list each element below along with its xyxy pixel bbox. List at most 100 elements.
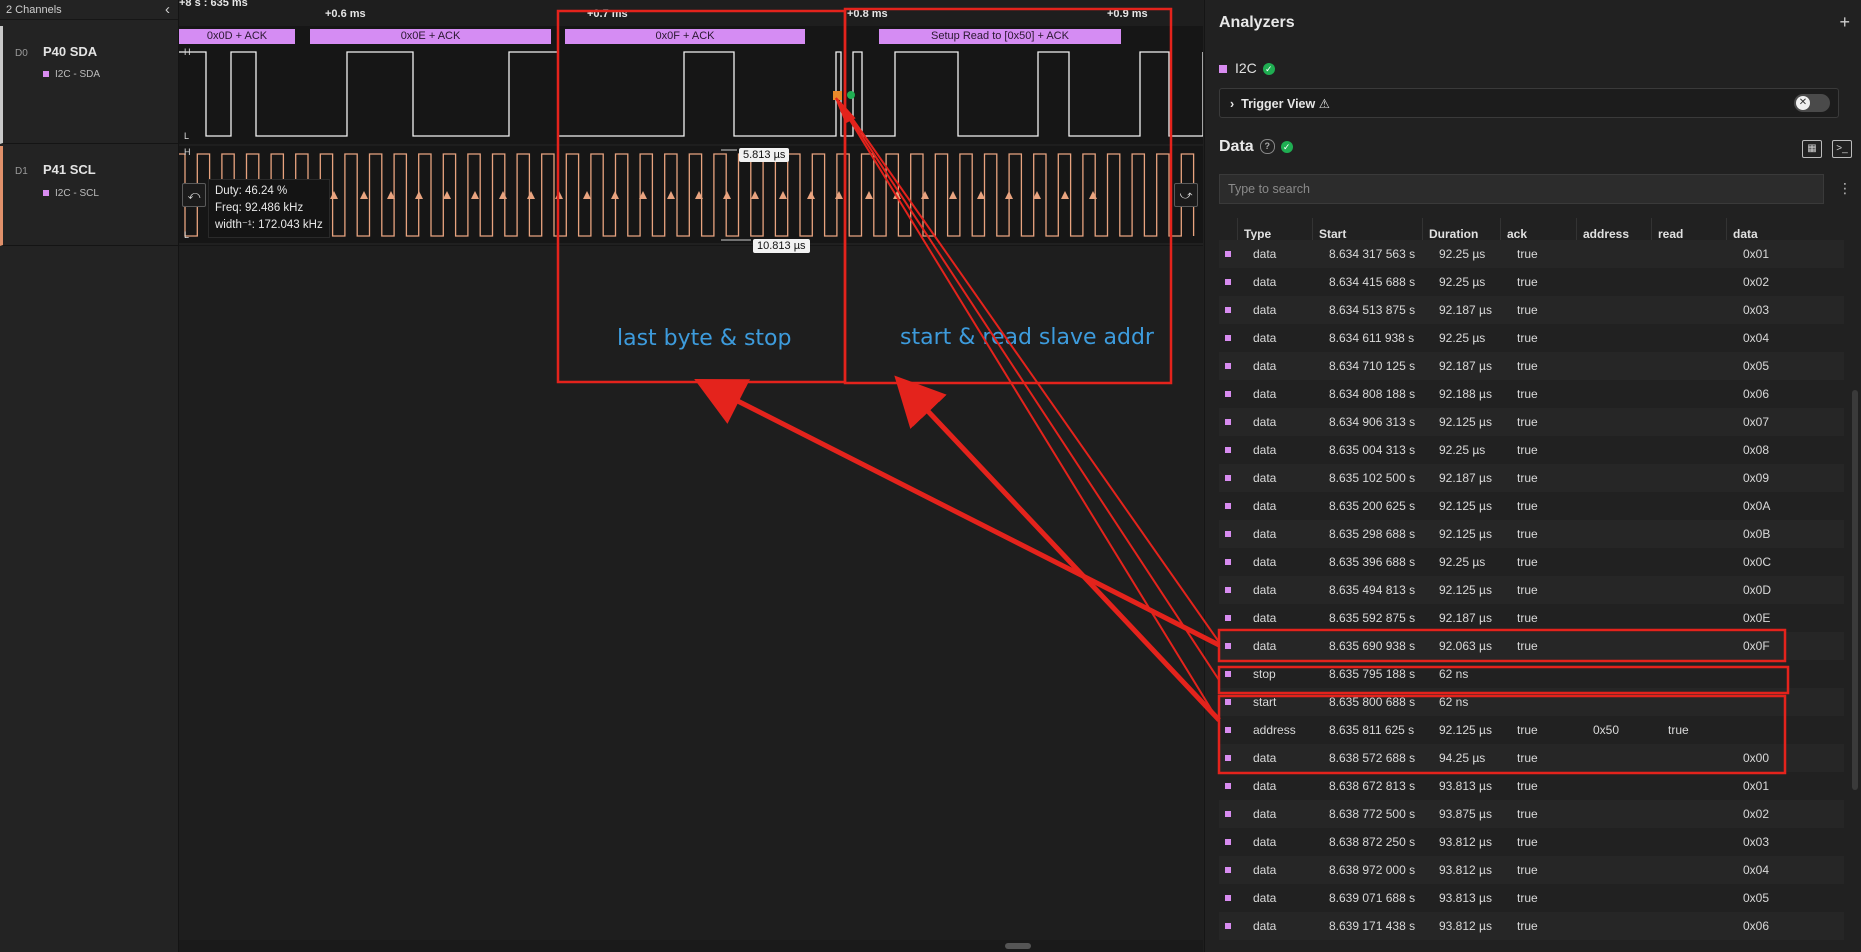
table-cell: true (1517, 331, 1538, 345)
table-row[interactable]: data 8.634 513 875 s 92.187 µs true 0x03 (1219, 296, 1844, 324)
table-cell: 0x02 (1743, 275, 1770, 289)
table-cell: 8.635 396 688 s (1329, 555, 1416, 569)
collapse-chevron-icon[interactable]: ‹ (165, 1, 170, 18)
table-row[interactable]: data 8.635 200 625 s 92.125 µs true 0x0A (1219, 492, 1844, 520)
time-tick: +0.6 ms (325, 8, 366, 20)
decoded-frame[interactable]: 0x0D + ACK (179, 29, 295, 44)
trigger-view-toggle[interactable]: ✕ (1794, 94, 1830, 112)
row-marker-icon (1225, 363, 1231, 369)
channel-analyzer-label: I2C - SCL (43, 188, 99, 199)
table-cell: data (1253, 891, 1277, 905)
help-icon[interactable]: ? (1259, 139, 1275, 155)
row-marker-icon (1225, 671, 1231, 677)
table-cell: 8.635 298 688 s (1329, 527, 1416, 541)
table-scrollbar[interactable] (1852, 390, 1858, 790)
table-cell: 8.635 795 188 s (1329, 667, 1416, 681)
table-row[interactable]: data 8.638 672 813 s 93.813 µs true 0x01 (1219, 772, 1844, 800)
table-cell: 62 ns (1439, 695, 1469, 709)
table-row[interactable]: data 8.635 004 313 s 92.25 µs true 0x08 (1219, 436, 1844, 464)
table-row[interactable]: data 8.635 102 500 s 92.187 µs true 0x09 (1219, 464, 1844, 492)
table-row[interactable]: data 8.634 808 188 s 92.188 µs true 0x06 (1219, 380, 1844, 408)
table-row[interactable]: data 8.638 972 000 s 93.812 µs true 0x04 (1219, 856, 1844, 884)
channel-row-scl[interactable]: D1 P41 SCL I2C - SCL (0, 146, 178, 246)
table-row[interactable]: address 8.635 811 625 s 92.125 µs true 0x50 t… (1219, 716, 1844, 744)
row-marker-icon (1225, 531, 1231, 537)
table-row[interactable]: data 8.638 872 250 s 93.812 µs true 0x03 (1219, 828, 1844, 856)
channel-count-header: 2 Channels ‹ (0, 0, 178, 20)
table-cell: 0x0E (1743, 611, 1771, 625)
row-marker-icon (1225, 839, 1231, 845)
table-cell: start (1253, 695, 1277, 709)
prev-edge-button[interactable]: ⤺ (182, 183, 206, 207)
row-marker-icon (1225, 475, 1231, 481)
table-row[interactable]: data 8.635 396 688 s 92.25 µs true 0x0C (1219, 548, 1844, 576)
table-cell: true (1517, 275, 1538, 289)
table-row[interactable]: data 8.635 298 688 s 92.125 µs true 0x0B (1219, 520, 1844, 548)
table-cell: data (1253, 387, 1277, 401)
channel-row-sda[interactable]: D0 P40 SDA I2C - SDA (0, 26, 178, 144)
table-row[interactable]: data 8.638 772 500 s 93.875 µs true 0x02 (1219, 800, 1844, 828)
analyzer-name: I2C - SDA (55, 69, 101, 80)
analyzer-item-i2c[interactable]: I2C ✓ (1219, 60, 1275, 76)
table-cell: 0x0A (1743, 499, 1771, 513)
table-row[interactable]: data 8.635 494 813 s 92.125 µs true 0x0D (1219, 576, 1844, 604)
channel-index: D1 (15, 166, 28, 177)
row-marker-icon (1225, 755, 1231, 761)
table-row[interactable]: data 8.635 690 938 s 92.063 µs true 0x0F (1219, 632, 1844, 660)
table-view-icon[interactable]: ▦ (1802, 140, 1822, 158)
table-cell: 92.187 µs (1439, 611, 1492, 625)
next-edge-button[interactable]: ⤻ (1174, 183, 1198, 207)
terminal-view-icon[interactable]: >_ (1832, 140, 1852, 158)
table-cell: 62 ns (1439, 667, 1469, 681)
time-origin: +8 s : 635 ms (179, 0, 248, 9)
trigger-view-label[interactable]: › Trigger View ⚠ (1230, 96, 1330, 111)
table-cell: true (1668, 723, 1689, 737)
table-row[interactable]: stop 8.635 795 188 s 62 ns (1219, 660, 1844, 688)
channel-name: P40 SDA (43, 44, 98, 59)
trigger-view-section[interactable]: › Trigger View ⚠ ✕ (1219, 88, 1839, 118)
table-cell: 93.813 µs (1439, 891, 1492, 905)
table-cell: 8.635 200 625 s (1329, 499, 1416, 513)
table-row[interactable]: data 8.634 611 938 s 92.25 µs true 0x04 (1219, 324, 1844, 352)
table-cell: 0x09 (1743, 471, 1770, 485)
waveform-view[interactable]: H L H L +8 s : 635 ms +0.6 ms +0.7 ms +0… (179, 0, 1203, 952)
table-row[interactable]: data 8.639 071 688 s 93.813 µs true 0x05 (1219, 884, 1844, 912)
table-cell: true (1517, 499, 1538, 513)
search-input[interactable] (1219, 174, 1824, 204)
table-row[interactable]: data 8.639 171 438 s 93.812 µs true 0x06 (1219, 912, 1844, 940)
table-cell: data (1253, 639, 1277, 653)
table-cell: 92.25 µs (1439, 247, 1486, 261)
table-cell: 94.25 µs (1439, 751, 1486, 765)
table-cell: data (1253, 331, 1277, 345)
table-cell: 8.638 672 813 s (1329, 779, 1416, 793)
decoded-frame[interactable]: Setup Read to [0x50] + ACK (879, 29, 1121, 44)
row-marker-icon (1225, 587, 1231, 593)
table-row[interactable]: start 8.635 800 688 s 62 ns (1219, 688, 1844, 716)
table-cell: 8.634 906 313 s (1329, 415, 1416, 429)
scl-low-label: L (184, 230, 189, 240)
table-cell: data (1253, 471, 1277, 485)
table-row[interactable]: data 8.634 415 688 s 92.25 µs true 0x02 (1219, 268, 1844, 296)
table-cell: 8.634 513 875 s (1329, 303, 1416, 317)
table-cell: true (1517, 247, 1538, 261)
table-row[interactable]: data 8.634 906 313 s 92.125 µs true 0x07 (1219, 408, 1844, 436)
more-options-icon[interactable]: ⋮ (1838, 180, 1852, 197)
row-marker-icon (1225, 307, 1231, 313)
width-text: width⁻¹: 172.043 kHz (215, 219, 323, 231)
start-marker (847, 91, 855, 99)
table-cell: 8.634 808 188 s (1329, 387, 1416, 401)
table-row[interactable]: data 8.634 317 563 s 92.25 µs true 0x01 (1219, 240, 1844, 268)
table-row[interactable]: data 8.635 592 875 s 92.187 µs true 0x0E (1219, 604, 1844, 632)
table-cell: 0x03 (1743, 303, 1770, 317)
close-icon: ✕ (1796, 96, 1810, 110)
decoded-frame[interactable]: 0x0F + ACK (565, 29, 805, 44)
table-cell: 0x05 (1743, 359, 1770, 373)
row-marker-icon (1225, 335, 1231, 341)
table-cell: true (1517, 527, 1538, 541)
table-cell: data (1253, 275, 1277, 289)
table-row[interactable]: data 8.634 710 125 s 92.187 µs true 0x05 (1219, 352, 1844, 380)
table-cell: 92.125 µs (1439, 499, 1492, 513)
table-row[interactable]: data 8.638 572 688 s 94.25 µs true 0x00 (1219, 744, 1844, 772)
add-analyzer-button[interactable]: + (1839, 12, 1850, 33)
decoded-frame[interactable]: 0x0E + ACK (310, 29, 551, 44)
